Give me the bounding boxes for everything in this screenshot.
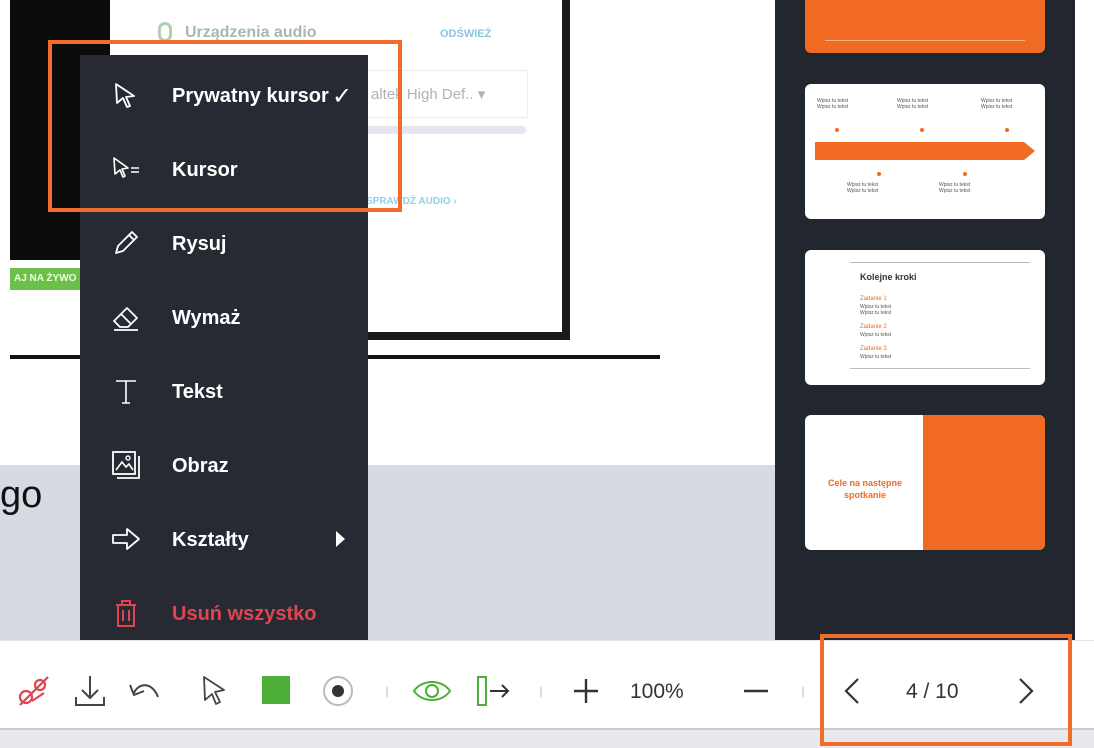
slide-thumbnail[interactable] — [805, 0, 1045, 53]
menu-item-label: Kształty — [172, 529, 249, 551]
microphone-icon — [158, 22, 172, 42]
download-icon[interactable] — [72, 671, 108, 711]
menu-item-text[interactable]: Tekst — [80, 361, 368, 421]
undo-icon[interactable] — [124, 671, 164, 711]
menu-item-label: Tekst — [172, 381, 223, 403]
slide-thumbnails-panel[interactable]: Wpisz tu tekst Wpisz tu tekst Wpisz tu te… — [775, 0, 1075, 640]
arrow-shape-icon — [112, 528, 140, 550]
menu-item-shapes[interactable]: Kształty — [80, 509, 368, 569]
menu-item-erase[interactable]: Wymaż — [80, 287, 368, 347]
slide-thumbnail[interactable]: Kolejne kroki Zadanie 1 Wpisz tu tekst Wp… — [805, 250, 1045, 385]
toolbar-separator — [802, 687, 804, 697]
eraser-icon — [113, 307, 138, 331]
zoom-level: 100% — [630, 680, 684, 703]
refresh-link: ODŚWIEŻ — [440, 28, 492, 40]
trash-icon — [116, 600, 136, 627]
slide-text-fragment: go — [0, 474, 43, 516]
submenu-arrow-icon — [336, 531, 345, 547]
menu-item-delete-all[interactable]: Usuń wszystko — [80, 583, 368, 643]
zoom-out-icon[interactable] — [738, 671, 774, 711]
pencil-icon — [115, 231, 138, 254]
toolbar-separator — [386, 687, 388, 697]
zoom-in-icon[interactable] — [568, 671, 604, 711]
cursor-icon[interactable] — [196, 671, 236, 711]
menu-item-label: Usuń wszystko — [172, 603, 317, 625]
exit-presentation-icon[interactable] — [474, 671, 514, 711]
cursor-options-highlight — [48, 40, 402, 212]
menu-item-image[interactable]: Obraz — [80, 435, 368, 495]
color-swatch-icon[interactable] — [262, 676, 290, 704]
menu-item-draw[interactable]: Rysuj — [80, 213, 368, 273]
slide-thumbnail[interactable]: Wpisz tu tekst Wpisz tu tekst Wpisz tu te… — [805, 84, 1045, 219]
slide-thumbnail[interactable]: Cele na następne spotkanie — [805, 415, 1045, 550]
menu-item-label: Rysuj — [172, 233, 227, 255]
toolbar-separator — [540, 687, 542, 697]
laser-pointer-icon[interactable] — [14, 671, 54, 711]
eye-icon[interactable] — [410, 671, 454, 711]
text-icon — [116, 380, 136, 404]
page-navigation-highlight — [820, 634, 1072, 746]
stroke-size-icon[interactable] — [318, 671, 358, 711]
image-icon — [112, 451, 140, 479]
menu-item-label: Wymaż — [172, 307, 241, 329]
menu-item-label: Obraz — [172, 455, 229, 477]
